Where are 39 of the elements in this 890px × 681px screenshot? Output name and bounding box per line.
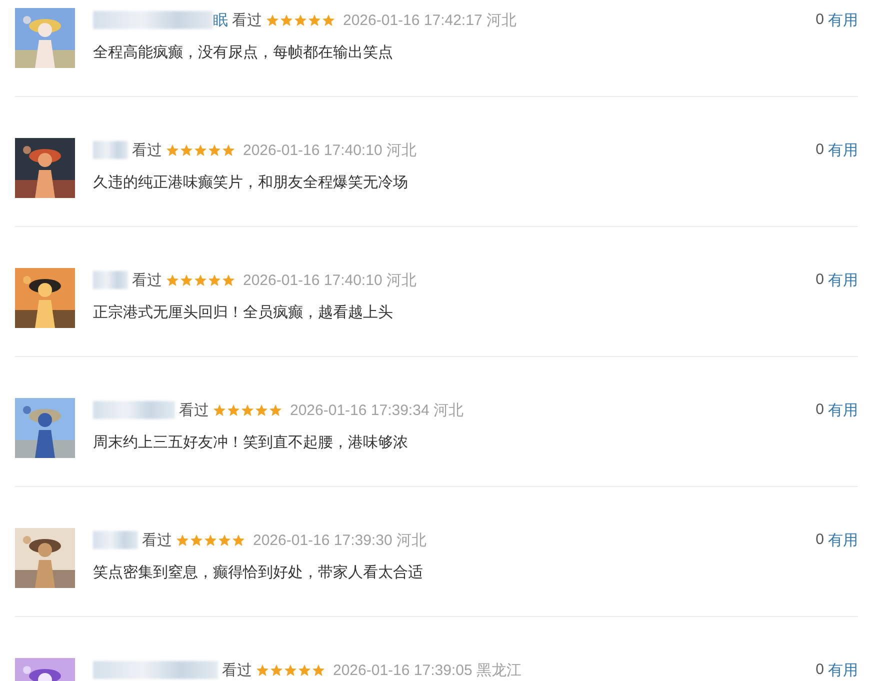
blurred-name-drawing — [93, 271, 128, 289]
comment-text: 正宗港式无厘头回归！全员疯癫，越看越上头 — [93, 303, 394, 323]
useful-link[interactable]: 有用 — [828, 270, 858, 290]
comment-location: 河北 — [486, 10, 516, 30]
comment-time: 2026-01-16 17:40:10 — [243, 142, 382, 158]
comment-time: 2026-01-16 17:39:34 — [290, 402, 430, 418]
useful-count: 0 — [816, 270, 824, 290]
watch-status: 看过 — [142, 530, 172, 550]
comment-time: 2026-01-16 17:39:05 — [333, 662, 472, 678]
useful-count: 0 — [816, 10, 824, 30]
blurred-name-drawing — [93, 531, 138, 549]
useful-count: 0 — [816, 140, 824, 160]
comment-text: 笑点密集到窒息，癫得恰到好处，带家人看太合适 — [93, 563, 424, 583]
user-name[interactable]: 眠 — [213, 10, 228, 30]
useful-count: 0 — [816, 400, 824, 420]
useful-link[interactable]: 有用 — [828, 660, 858, 680]
watch-status: 看过 — [132, 270, 162, 290]
useful-link[interactable]: 有用 — [828, 10, 858, 30]
comment-time: 2026-01-16 17:42:17 — [343, 12, 482, 28]
watch-status: 看过 — [179, 400, 209, 420]
useful-link[interactable]: 有用 — [828, 140, 858, 160]
comment-time: 2026-01-16 17:39:30 — [253, 532, 392, 548]
comment-location: 河北 — [386, 140, 416, 160]
useful-count: 0 — [816, 530, 824, 550]
watch-status: 看过 — [222, 660, 252, 680]
blurred-name-drawing — [93, 141, 128, 159]
comment-location: 河北 — [396, 530, 426, 550]
comment-location: 河北 — [386, 270, 416, 290]
comment-text: 全程高能疯癫，没有尿点，每帧都在输出笑点 — [93, 43, 394, 63]
comment-location: 黑龙江 — [476, 660, 522, 680]
useful-link[interactable]: 有用 — [828, 400, 858, 420]
watch-status: 看过 — [232, 10, 262, 30]
comment-text: 久违的纯正港味癫笑片，和朋友全程爆笑无冷场 — [93, 173, 409, 193]
comment-text: 周末约上三五好友冲！笑到直不起腰，港味够浓 — [93, 433, 409, 453]
useful-count: 0 — [816, 660, 824, 680]
useful-link[interactable]: 有用 — [828, 530, 858, 550]
watch-status: 看过 — [132, 140, 162, 160]
comment-time: 2026-01-16 17:40:10 — [243, 272, 382, 288]
comment-location: 河北 — [433, 400, 464, 420]
